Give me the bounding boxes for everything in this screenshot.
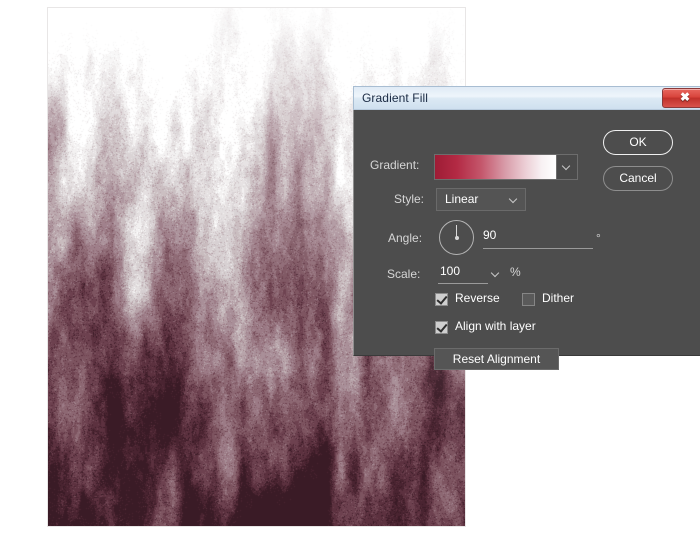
close-button[interactable]: ✖ bbox=[662, 88, 700, 108]
angle-dial-icon[interactable] bbox=[439, 220, 474, 255]
cancel-button[interactable]: Cancel bbox=[603, 166, 673, 191]
chevron-down-icon bbox=[510, 196, 517, 203]
angle-value: 90 bbox=[483, 228, 497, 242]
gradient-dropdown-arrow[interactable] bbox=[556, 155, 577, 179]
align-with-layer-checkbox[interactable] bbox=[435, 321, 448, 334]
percent-symbol: % bbox=[510, 265, 521, 279]
scale-label: Scale: bbox=[387, 267, 421, 281]
degree-symbol: ° bbox=[596, 231, 601, 245]
align-with-layer-label: Align with layer bbox=[455, 319, 536, 333]
dialog-title: Gradient Fill bbox=[362, 91, 428, 105]
gradient-swatch-picker[interactable] bbox=[434, 154, 578, 180]
angle-hub bbox=[454, 235, 459, 240]
angle-input[interactable]: 90 bbox=[483, 228, 593, 249]
gradient-preview bbox=[435, 155, 556, 179]
close-x-icon: ✖ bbox=[679, 90, 691, 104]
style-select[interactable]: Linear bbox=[436, 188, 526, 211]
style-select-value: Linear bbox=[445, 192, 479, 206]
style-label: Style: bbox=[394, 192, 425, 206]
scale-value: 100 bbox=[440, 264, 461, 278]
scale-input[interactable]: 100 bbox=[438, 264, 488, 284]
dialog-content: Gradient: Style: Linear Angle: 90 ° Scal… bbox=[356, 112, 700, 370]
reset-alignment-button[interactable]: Reset Alignment bbox=[434, 348, 559, 370]
dither-label: Dither bbox=[542, 291, 575, 305]
check-icon bbox=[436, 293, 448, 305]
check-icon bbox=[436, 321, 448, 333]
gradient-label: Gradient: bbox=[370, 158, 420, 172]
angle-label: Angle: bbox=[388, 231, 423, 245]
reverse-checkbox[interactable] bbox=[435, 293, 448, 306]
chevron-down-icon bbox=[492, 270, 499, 277]
ok-button[interactable]: OK bbox=[603, 130, 673, 155]
gradient-fill-dialog: Gradient: Style: Linear Angle: 90 ° Scal… bbox=[353, 110, 700, 370]
dialog-titlebar: Gradient Fill ✖ bbox=[353, 86, 700, 110]
scale-dropdown-arrow[interactable] bbox=[489, 267, 503, 281]
reverse-label: Reverse bbox=[455, 291, 500, 305]
chevron-down-icon bbox=[563, 163, 570, 170]
dither-checkbox[interactable] bbox=[522, 293, 535, 306]
